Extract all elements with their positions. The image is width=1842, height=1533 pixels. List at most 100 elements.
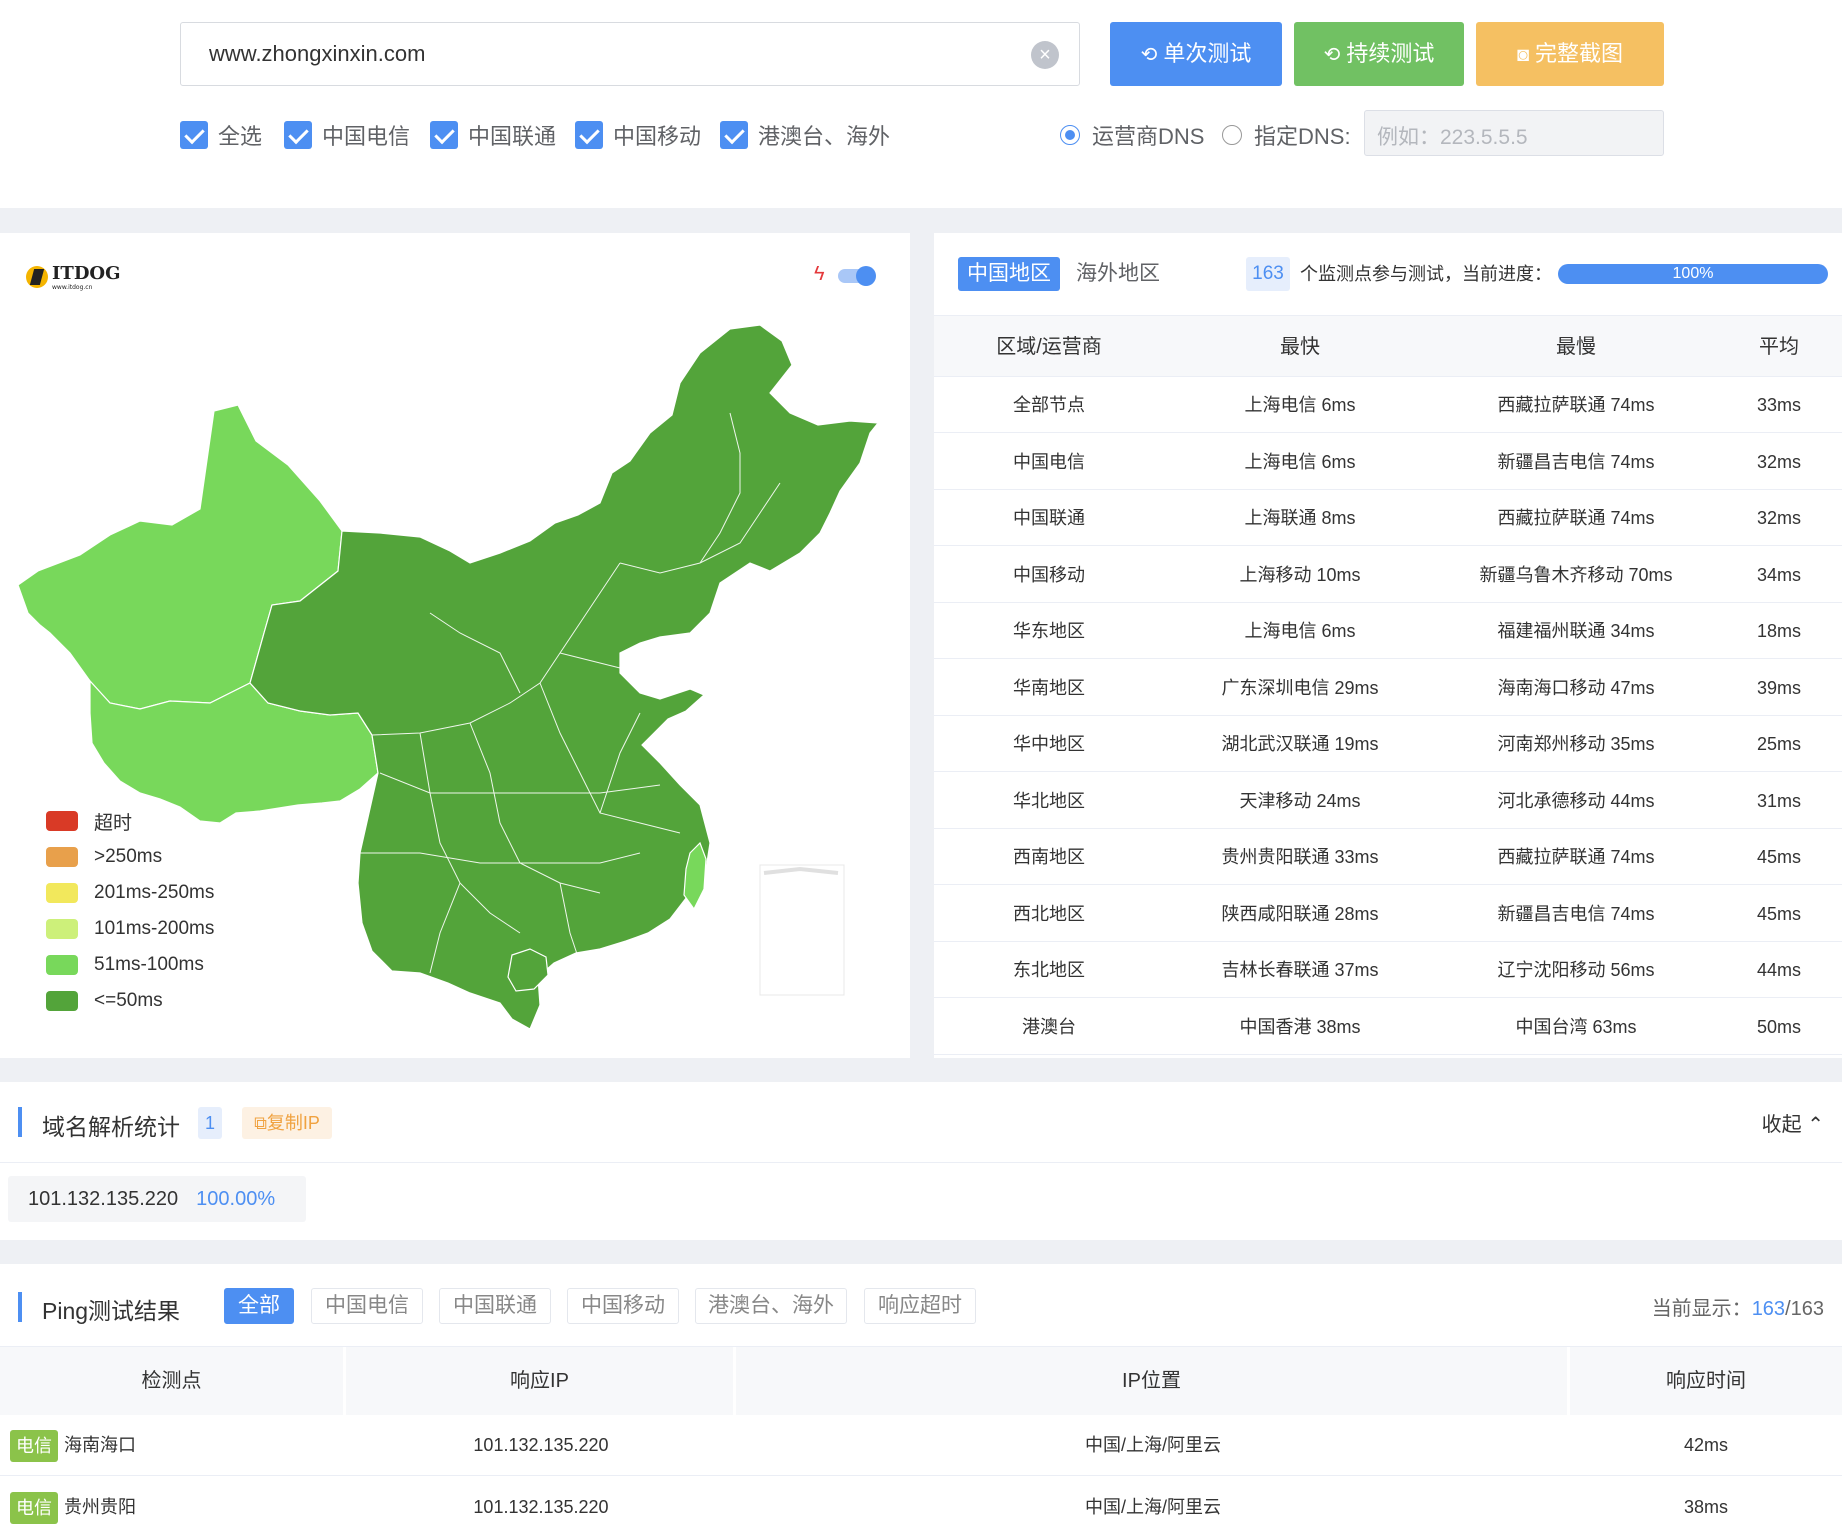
checkbox-mobile[interactable]: 中国移动 <box>575 120 701 150</box>
ping-table-header: 检测点 响应IP IP位置 响应时间 <box>0 1346 1842 1415</box>
isp-tag: 电信 <box>10 1430 58 1463</box>
stats-region-cell: 全部节点 <box>1013 395 1085 415</box>
ping-results-panel: Ping测试结果 全部 中国电信 中国联通 中国移动 港澳台、海外 响应超时 当… <box>0 1264 1842 1533</box>
legend-item: >250ms <box>46 839 214 875</box>
ping-location-cell: 中国/上海/阿里云 <box>1084 1497 1221 1517</box>
stats-average-cell: 44ms <box>1756 960 1801 980</box>
table-row: 西北地区 陕西咸阳联通 28ms 新疆昌吉电信 74ms 45ms <box>934 886 1842 942</box>
ping-time-cell: 38ms <box>1683 1497 1728 1517</box>
radio-selected-icon <box>1060 125 1080 145</box>
legend-swatch <box>46 883 78 903</box>
checkbox-unicom[interactable]: 中国联通 <box>430 120 556 150</box>
stats-slowest-cell: 辽宁沈阳移动 56ms <box>1497 960 1655 980</box>
screenshot-button[interactable]: ◙ 完整截图 <box>1476 22 1664 86</box>
ping-tab-timeout[interactable]: 响应超时 <box>864 1288 976 1324</box>
stats-fastest-cell: 上海电信 6ms <box>1244 621 1356 641</box>
camera-icon: ◙ <box>1516 44 1530 66</box>
clear-icon[interactable]: × <box>1031 41 1059 69</box>
stats-fastest-cell: 吉林长春联通 37ms <box>1221 960 1379 980</box>
table-row: 电信 贵州贵阳 101.132.135.220 中国/上海/阿里云 38ms <box>0 1476 1842 1533</box>
ping-tab-all[interactable]: 全部 <box>224 1288 294 1324</box>
stats-region-cell: 中国移动 <box>1013 564 1085 585</box>
section-accent-bar <box>18 1292 22 1322</box>
table-row: 全部节点 上海电信 6ms 西藏拉萨联通 74ms 33ms <box>934 377 1842 433</box>
copy-ip-button[interactable]: ⧉复制IP <box>242 1107 332 1139</box>
ping-node-cell: 电信 海南海口 <box>10 1414 346 1476</box>
south-china-sea-inset <box>759 864 845 996</box>
legend-swatch <box>46 991 78 1011</box>
checkbox-select-all[interactable]: 全选 <box>180 120 262 150</box>
stats-slowest-cell: 海南海口移动 47ms <box>1497 677 1655 698</box>
header-ip-location: IP位置 <box>736 1347 1570 1415</box>
stats-region-cell: 华北地区 <box>1013 790 1085 811</box>
header-response-ip: 响应IP <box>346 1347 736 1415</box>
ping-tab-telecom[interactable]: 中国电信 <box>311 1288 423 1324</box>
stats-fastest-cell: 上海移动 10ms <box>1239 564 1361 585</box>
ping-location-cell: 中国/上海/阿里云 <box>1084 1435 1221 1455</box>
stats-table-header: 区域/运营商 最快 最慢 平均 <box>934 315 1842 377</box>
url-input[interactable]: www.zhongxinxin.com × <box>180 22 1080 86</box>
map-panel: ITDOG www.itdog.cn ϟ 超时 >250ms 201ms-250… <box>0 233 910 1058</box>
ping-results-title: Ping测试结果 <box>42 1298 181 1324</box>
radio-custom-dns[interactable]: 指定DNS: <box>1222 120 1351 150</box>
header-region: 区域/运营商 <box>996 336 1102 358</box>
stats-average-cell: 32ms <box>1756 508 1801 528</box>
stats-average-cell: 33ms <box>1756 395 1801 415</box>
table-row: 电信 海南海口 101.132.135.220 中国/上海/阿里云 42ms <box>0 1414 1842 1476</box>
stats-slowest-cell: 新疆昌吉电信 74ms <box>1497 903 1655 924</box>
legend-swatch <box>46 847 78 867</box>
legend-item: 51ms-100ms <box>46 947 214 983</box>
isp-tag: 电信 <box>10 1492 58 1525</box>
radio-carrier-dns[interactable]: 运营商DNS <box>1060 120 1204 150</box>
checkbox-checked-icon <box>284 121 312 149</box>
stats-region-cell: 中国联通 <box>1013 508 1085 528</box>
progress-bar: 100% <box>1558 264 1828 284</box>
stats-average-cell: 25ms <box>1756 734 1801 754</box>
tab-china-region[interactable]: 中国地区 <box>958 257 1060 291</box>
table-row: 东北地区 吉林长春联通 37ms 辽宁沈阳移动 56ms 44ms <box>934 942 1842 998</box>
stats-fastest-cell: 上海联通 8ms <box>1244 508 1356 528</box>
checkbox-overseas[interactable]: 港澳台、海外 <box>720 120 890 150</box>
tab-overseas-region[interactable]: 海外地区 <box>1076 257 1160 291</box>
ping-node-cell: 电信 贵州贵阳 <box>10 1476 346 1533</box>
stats-region-cell: 华中地区 <box>1013 734 1085 754</box>
table-row: 华中地区 湖北武汉联通 19ms 河南郑州移动 35ms 25ms <box>934 716 1842 772</box>
stats-fastest-cell: 上海电信 6ms <box>1244 395 1356 415</box>
stats-fastest-cell: 中国香港 38ms <box>1239 1016 1361 1037</box>
stats-region-cell: 西南地区 <box>1013 847 1085 867</box>
ping-tab-unicom[interactable]: 中国联通 <box>439 1288 551 1324</box>
checkbox-checked-icon <box>720 121 748 149</box>
stats-fastest-cell: 广东深圳电信 29ms <box>1221 677 1379 698</box>
resolved-ip-chip[interactable]: 101.132.135.220 100.00% <box>8 1176 306 1222</box>
checkbox-telecom[interactable]: 中国电信 <box>284 120 410 150</box>
header-response-time: 响应时间 <box>1570 1347 1842 1415</box>
stats-slowest-cell: 新疆乌鲁木齐移动 70ms <box>1479 564 1673 585</box>
copy-icon: ⧉ <box>254 1113 267 1133</box>
stats-average-cell: 50ms <box>1756 1016 1801 1037</box>
radio-empty-icon <box>1222 125 1242 145</box>
stats-average-cell: 45ms <box>1756 847 1801 867</box>
ping-tab-mobile[interactable]: 中国移动 <box>567 1288 679 1324</box>
checkbox-checked-icon <box>430 121 458 149</box>
ping-tab-overseas[interactable]: 港澳台、海外 <box>695 1288 847 1324</box>
single-test-button[interactable]: ⟲ 单次测试 <box>1110 22 1282 86</box>
dns-stats-panel: 域名解析统计 1 ⧉复制IP 收起 ⌃ 101.132.135.220 100.0… <box>0 1082 1842 1240</box>
ping-time-cell: 42ms <box>1683 1435 1728 1455</box>
stats-region-cell: 东北地区 <box>1013 960 1085 980</box>
stats-average-cell: 31ms <box>1756 790 1801 811</box>
stats-slowest-cell: 西藏拉萨联通 74ms <box>1497 395 1655 415</box>
refresh-icon: ⟲ <box>1140 44 1158 66</box>
header-node: 检测点 <box>0 1347 346 1415</box>
stats-slowest-cell: 中国台湾 63ms <box>1515 1016 1637 1037</box>
collapse-button[interactable]: 收起 ⌃ <box>1762 1108 1824 1137</box>
stats-slowest-cell: 河南郑州移动 35ms <box>1497 734 1655 754</box>
table-row: 华北地区 天津移动 24ms 河北承德移动 44ms 31ms <box>934 773 1842 829</box>
chevron-up-icon: ⌃ <box>1807 1114 1824 1136</box>
stats-fastest-cell: 陕西咸阳联通 28ms <box>1221 903 1379 924</box>
ping-count-display: 当前显示：163/163 <box>1651 1298 1824 1320</box>
ping-ip-cell: 101.132.135.220 <box>473 1497 609 1517</box>
custom-dns-input[interactable]: 例如：223.5.5.5 <box>1364 110 1664 156</box>
map-region-hainan <box>507 948 549 992</box>
continuous-test-button[interactable]: ⟲ 持续测试 <box>1294 22 1464 86</box>
dns-stats-title: 域名解析统计 <box>42 1114 180 1140</box>
